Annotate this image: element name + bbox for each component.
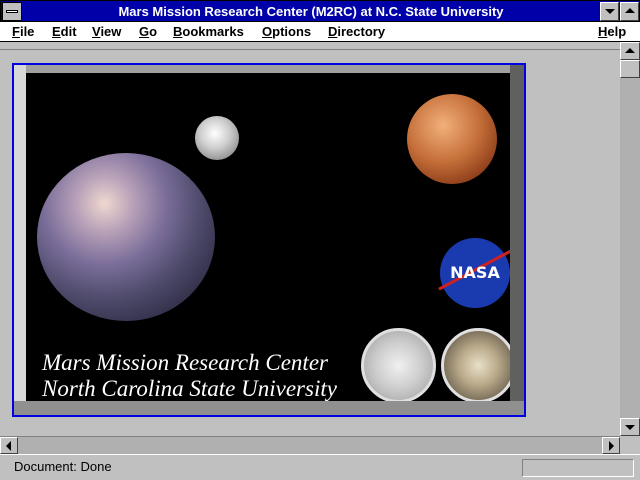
- status-bar: Document: Done: [0, 454, 640, 480]
- maximize-button[interactable]: [620, 2, 639, 21]
- horizontal-scrollbar[interactable]: [0, 436, 620, 454]
- mars-image: [407, 94, 497, 184]
- moon-image: [195, 116, 239, 160]
- banner-bevel-bottom: [14, 401, 524, 415]
- menu-directory[interactable]: Directory: [328, 24, 385, 40]
- earth-image: [37, 153, 215, 321]
- menu-edit[interactable]: Edit: [52, 24, 77, 40]
- banner-bevel-right: [510, 65, 524, 415]
- banner-bevel-left: [14, 65, 26, 415]
- scroll-left-button[interactable]: [0, 437, 18, 454]
- scroll-down-arrow-icon: [625, 425, 635, 430]
- menu-go[interactable]: Go: [139, 24, 157, 40]
- menu-view[interactable]: View: [92, 24, 121, 40]
- banner-title-line2: North Carolina State University: [42, 376, 337, 401]
- menu-bar: File Edit View Go Bookmarks Options Dire…: [0, 22, 640, 42]
- system-menu-icon: [6, 10, 18, 13]
- scroll-down-button[interactable]: [620, 418, 640, 436]
- m2rc-seal-image: [441, 328, 510, 401]
- menu-options[interactable]: Options: [262, 24, 311, 40]
- minimize-button[interactable]: [600, 2, 619, 21]
- nasa-logo-text: NASA: [450, 263, 500, 282]
- nasa-logo: NASA: [438, 238, 510, 308]
- scroll-up-arrow-icon: [625, 48, 635, 53]
- vertical-scroll-track[interactable]: [620, 78, 640, 418]
- scrollbar-corner: [620, 436, 640, 454]
- menu-file[interactable]: File: [12, 24, 34, 40]
- ncsu-seal-image: [361, 328, 436, 401]
- status-progress-well: [522, 459, 634, 477]
- content-top-edge: [0, 42, 620, 50]
- status-text: Document: Done: [14, 459, 112, 474]
- vertical-scrollbar[interactable]: [620, 42, 640, 436]
- scroll-left-arrow-icon: [6, 441, 11, 451]
- title-bar: Mars Mission Research Center (M2RC) at N…: [0, 0, 640, 22]
- scroll-right-arrow-icon: [609, 441, 614, 451]
- vertical-scroll-thumb[interactable]: [620, 60, 640, 78]
- maximize-arrow-icon: [625, 8, 635, 13]
- m2rc-banner-image: NASA Mars Mission Research Center North …: [26, 73, 510, 401]
- banner-title-line1: Mars Mission Research Center: [42, 350, 328, 375]
- m2rc-banner-link[interactable]: NASA Mars Mission Research Center North …: [12, 63, 526, 417]
- menu-bookmarks[interactable]: Bookmarks: [173, 24, 244, 40]
- scroll-right-button[interactable]: [602, 437, 620, 454]
- menu-help[interactable]: Help: [598, 24, 626, 40]
- window-title: Mars Mission Research Center (M2RC) at N…: [118, 4, 504, 19]
- scroll-up-button[interactable]: [620, 42, 640, 60]
- system-menu-button[interactable]: [2, 2, 22, 21]
- minimize-arrow-icon: [605, 9, 615, 14]
